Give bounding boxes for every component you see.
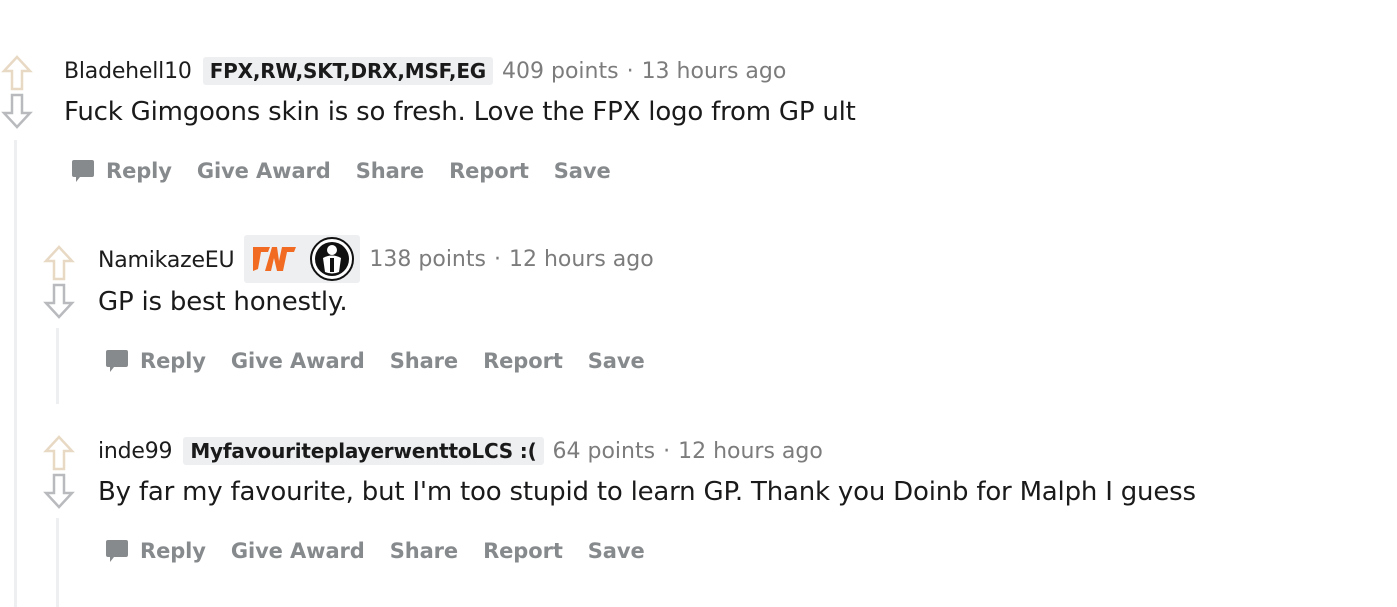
user-flair: FPX,RW,SKT,DRX,MSF,EG	[202, 57, 493, 85]
report-button[interactable]: Report	[449, 159, 529, 183]
give-award-button[interactable]: Give Award	[231, 349, 365, 373]
comment-body: By far my favourite, but I'm too stupid …	[98, 477, 1196, 507]
user-flair: MyfavouriteplayerwenttoLCS :(	[183, 437, 544, 465]
save-button[interactable]: Save	[588, 349, 645, 373]
comment-author[interactable]: NamikazeEU	[98, 248, 235, 273]
give-award-label: Give Award	[196, 159, 331, 183]
report-button[interactable]: Report	[483, 349, 563, 373]
save-button[interactable]: Save	[588, 539, 645, 563]
downvote-arrow-icon[interactable]	[43, 282, 75, 320]
vote-column	[42, 244, 76, 320]
comment-actions: Reply Give Award Share Report Save	[70, 158, 636, 184]
share-button[interactable]: Share	[390, 349, 458, 373]
downvote-arrow-icon[interactable]	[1, 92, 33, 130]
comment-points: 409 points	[502, 58, 619, 84]
save-label: Save	[587, 539, 645, 563]
share-button[interactable]: Share	[356, 159, 424, 183]
meta-separator: ·	[663, 438, 671, 464]
vote-column	[0, 54, 34, 130]
user-flair	[244, 235, 361, 283]
comment-author[interactable]: Bladehell10	[64, 59, 192, 84]
comment-timestamp[interactable]: 12 hours ago	[678, 439, 823, 464]
save-label: Save	[553, 159, 611, 183]
thread-line[interactable]	[14, 140, 17, 607]
give-award-button[interactable]: Give Award	[197, 159, 331, 183]
comment-body: Fuck Gimgoons skin is so fresh. Love the…	[64, 97, 856, 127]
downvote-arrow-icon[interactable]	[43, 472, 75, 510]
comment-body: GP is best honestly.	[98, 287, 348, 317]
comment-actions: Reply Give Award Share Report Save	[104, 348, 670, 374]
meta-separator: ·	[493, 246, 501, 272]
thread-line[interactable]	[56, 328, 59, 404]
comment-bubble-icon	[106, 540, 128, 562]
upvote-arrow-icon[interactable]	[43, 434, 75, 472]
vote-column	[42, 434, 76, 510]
reply-button[interactable]: Reply	[70, 158, 172, 184]
meta-separator: ·	[626, 58, 634, 84]
give-award-label: Give Award	[230, 349, 365, 373]
comment-author[interactable]: inde99	[98, 439, 173, 464]
reply-button[interactable]: Reply	[104, 348, 206, 374]
thread-line[interactable]	[56, 518, 59, 607]
give-award-label: Give Award	[230, 539, 365, 563]
share-label: Share	[389, 539, 459, 563]
comment-timestamp[interactable]: 13 hours ago	[642, 59, 787, 84]
reply-button[interactable]: Reply	[104, 538, 206, 564]
upvote-arrow-icon[interactable]	[1, 54, 33, 92]
upvote-arrow-icon[interactable]	[43, 244, 75, 282]
give-award-button[interactable]: Give Award	[231, 539, 365, 563]
reply-label: Reply	[106, 159, 172, 183]
comment-points: 64 points	[552, 438, 656, 464]
share-label: Share	[389, 349, 459, 373]
ig-logo-icon	[309, 237, 354, 281]
report-label: Report	[449, 159, 529, 183]
reply-label: Reply	[140, 349, 206, 373]
comment-bubble-icon	[72, 160, 94, 182]
reply-label: Reply	[140, 539, 206, 563]
report-label: Report	[483, 349, 563, 373]
comment-points: 138 points	[369, 246, 486, 272]
comment-meta: Bladehell10 FPX,RW,SKT,DRX,MSF,EG 409 po…	[64, 56, 786, 86]
fnatic-logo-icon	[252, 247, 296, 271]
comment-meta: NamikazeEU 138 points · 12 hours ago	[98, 230, 654, 288]
share-button[interactable]: Share	[390, 539, 458, 563]
save-button[interactable]: Save	[554, 159, 611, 183]
report-button[interactable]: Report	[483, 539, 563, 563]
comment-meta: inde99 MyfavouriteplayerwenttoLCS :( 64 …	[98, 436, 823, 466]
save-label: Save	[587, 349, 645, 373]
report-label: Report	[483, 539, 563, 563]
share-label: Share	[355, 159, 425, 183]
comment-bubble-icon	[106, 350, 128, 372]
comment-timestamp[interactable]: 12 hours ago	[509, 247, 654, 272]
comment-actions: Reply Give Award Share Report Save	[104, 538, 670, 564]
